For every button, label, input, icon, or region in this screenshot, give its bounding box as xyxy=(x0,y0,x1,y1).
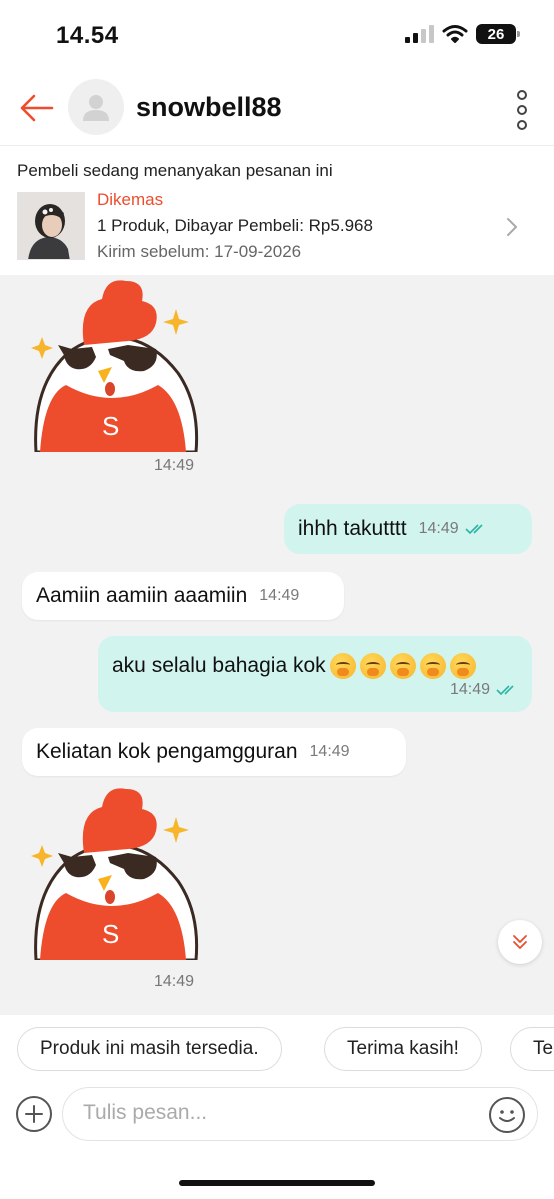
smiley-icon xyxy=(499,1110,515,1122)
message-composer xyxy=(0,1085,554,1199)
message-bubble-outgoing[interactable]: aku selalu bahagia kok 14:49 xyxy=(98,636,532,712)
message-input-wrapper xyxy=(62,1087,538,1141)
message-text: aku selalu bahagia kok xyxy=(112,654,326,677)
user-placeholder-icon xyxy=(83,95,109,121)
order-status: Dikemas xyxy=(97,190,164,209)
more-dot-icon xyxy=(517,120,527,130)
cellular-signal-icon xyxy=(405,25,434,43)
message-time: 14:49 xyxy=(449,681,490,698)
message-text: Keliatan kok pengamgguran xyxy=(36,740,298,763)
order-ship-deadline: Kirim sebelum: 17-09-2026 xyxy=(97,242,302,261)
message-bubble-incoming[interactable]: Aamiin aamiin aaamiin 14:49 xyxy=(22,572,344,620)
more-options-button[interactable] xyxy=(512,90,532,130)
status-icons: 26 xyxy=(405,24,520,44)
more-dot-icon xyxy=(517,105,527,115)
order-inquiry-note: Pembeli sedang menanyakan pesanan ini xyxy=(17,161,333,180)
status-bar: 14.54 26 xyxy=(0,0,554,72)
order-card[interactable]: Pembeli sedang menanyakan pesanan ini Di… xyxy=(0,147,554,275)
face-with-hand-over-mouth-icon xyxy=(359,653,386,679)
message-time: 14:49 xyxy=(418,520,459,537)
order-summary: 1 Produk, Dibayar Pembeli: Rp5.968 xyxy=(97,216,373,235)
message-time: 14:49 xyxy=(259,587,300,604)
quick-reply-chip[interactable]: Produk ini masih tersedia. xyxy=(17,1027,282,1071)
message-time: 14:49 xyxy=(154,973,195,990)
status-time: 14.54 xyxy=(56,22,119,49)
scroll-to-bottom-button[interactable] xyxy=(498,920,542,964)
message-text: ihhh takutttt xyxy=(298,517,407,540)
double-check-icon xyxy=(465,524,483,535)
face-with-hand-over-mouth-icon xyxy=(449,653,476,679)
double-check-icon xyxy=(496,685,514,696)
arrow-left-icon xyxy=(20,94,54,122)
chicken-sticker[interactable]: S xyxy=(28,783,203,962)
message-time: 14:49 xyxy=(309,743,350,760)
message-time: 14:49 xyxy=(154,457,195,474)
avatar[interactable] xyxy=(68,79,124,135)
plus-icon xyxy=(25,1105,43,1123)
chat-username[interactable]: snowbell88 xyxy=(136,92,282,123)
message-text: Aamiin aamiin aaamiin xyxy=(36,584,248,607)
message-input[interactable] xyxy=(83,1101,473,1125)
back-button[interactable] xyxy=(16,90,56,126)
emoji-group xyxy=(329,653,476,679)
wifi-icon xyxy=(442,25,468,43)
sticker-letter: S xyxy=(102,411,120,441)
add-attachment-button[interactable] xyxy=(16,1096,52,1132)
product-thumbnail xyxy=(17,192,85,260)
message-bubble-incoming[interactable]: Keliatan kok pengamgguran 14:49 xyxy=(22,728,406,776)
chicken-sticker[interactable]: S xyxy=(28,275,203,454)
chevron-right-icon xyxy=(507,218,517,236)
quick-reply-chip[interactable]: Te xyxy=(510,1027,554,1071)
emoji-picker-button[interactable] xyxy=(489,1097,525,1133)
face-with-hand-over-mouth-icon xyxy=(389,653,416,679)
quick-replies-bar: Produk ini masih tersedia. Terima kasih!… xyxy=(0,1015,554,1085)
face-with-hand-over-mouth-icon xyxy=(329,653,356,679)
double-chevron-down-icon xyxy=(513,935,527,949)
sticker-letter: S xyxy=(102,919,120,949)
battery-icon: 26 xyxy=(476,24,520,44)
quick-reply-chip[interactable]: Terima kasih! xyxy=(324,1027,482,1071)
face-with-hand-over-mouth-icon xyxy=(419,653,446,679)
home-indicator xyxy=(179,1180,375,1186)
more-dot-icon xyxy=(517,90,527,100)
chat-messages[interactable]: S 14:49 ihhh takutttt 14:49 Aamiin aamii… xyxy=(0,275,554,1015)
chat-header: snowbell88 xyxy=(0,72,554,146)
message-bubble-outgoing[interactable]: ihhh takutttt 14:49 xyxy=(284,504,532,554)
